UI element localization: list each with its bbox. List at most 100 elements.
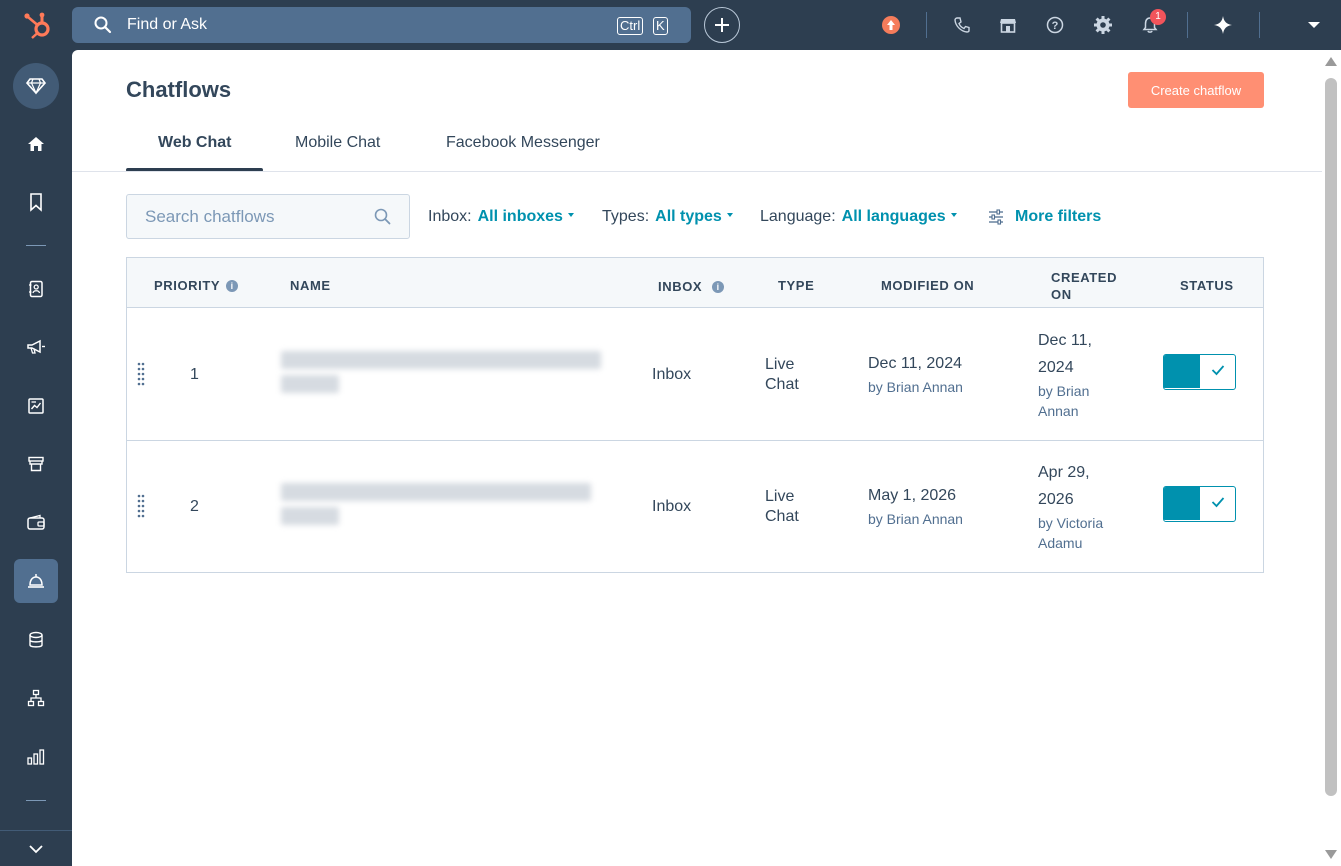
tab-web-chat[interactable]: Web Chat: [158, 134, 231, 152]
contacts-book-icon: [29, 280, 43, 298]
modified-by: by Brian Annan: [868, 511, 963, 527]
svg-text:?: ?: [1052, 20, 1059, 32]
sidebar-item-data[interactable]: [14, 618, 58, 662]
chatflow-name-redacted[interactable]: [281, 349, 601, 399]
topbar-divider: [1187, 12, 1188, 38]
inbox-filter[interactable]: Inbox: All inboxes: [428, 208, 574, 226]
account-menu-chevron-down-icon[interactable]: [1302, 13, 1326, 37]
type-value-line2: Chat: [765, 508, 799, 525]
chatflow-name-redacted[interactable]: [281, 481, 601, 531]
table-row[interactable]: 1 Inbox Live Chat Dec 11, 2024 by Brian …: [127, 309, 1263, 441]
modified-date: Dec 11, 2024: [868, 355, 962, 372]
type-value-line1: Live: [765, 356, 795, 373]
org-hierarchy-icon: [27, 689, 45, 707]
modified-on-column-header[interactable]: MODIFIED ON: [881, 278, 974, 293]
language-filter[interactable]: Language: All languages: [760, 208, 957, 226]
marketplace-icon[interactable]: [996, 13, 1020, 37]
service-bell-icon: [28, 574, 44, 588]
modified-by: by Brian Annan: [868, 379, 963, 395]
sidebar-divider: [26, 245, 46, 246]
search-icon: [94, 16, 112, 34]
sidebar-item-bookmarks[interactable]: [14, 180, 58, 224]
created-on-column-header-line2: ON: [1051, 287, 1072, 302]
drag-handle-icon[interactable]: [137, 493, 145, 519]
sidebar-item-commerce[interactable]: [14, 501, 58, 545]
topbar-divider: [1259, 12, 1260, 38]
scroll-down-arrow-icon[interactable]: [1325, 850, 1337, 859]
toggle-fill: [1164, 355, 1200, 388]
created-date-line2: 2026: [1038, 491, 1074, 508]
types-filter-label: Types:: [602, 208, 650, 225]
checkmark-icon: [1211, 497, 1225, 508]
sidebar-item-automation[interactable]: [14, 676, 58, 720]
ai-sparkle-icon[interactable]: [1211, 13, 1235, 37]
tabs-divider: [72, 171, 1322, 172]
status-column-header: STATUS: [1180, 278, 1234, 293]
caret-down-icon: [950, 212, 957, 217]
inbox-value: Inbox: [652, 366, 692, 383]
global-search-bar[interactable]: Find or Ask Ctrl K: [72, 7, 691, 43]
created-by-line2: Adamu: [1038, 535, 1083, 551]
scrollbar-thumb[interactable]: [1325, 78, 1337, 796]
name-column-header[interactable]: NAME: [290, 278, 331, 293]
type-column-header[interactable]: TYPE: [778, 278, 814, 293]
sidebar-item-marketing[interactable]: [14, 325, 58, 369]
sidebar-expand-button[interactable]: [0, 830, 72, 866]
topbar-divider: [926, 12, 927, 38]
create-chatflow-button[interactable]: Create chatflow: [1128, 72, 1264, 108]
sidebar-item-service[interactable]: [14, 559, 58, 603]
created-by-line2: Annan: [1038, 403, 1079, 419]
plus-icon: [715, 18, 729, 32]
megaphone-icon: [27, 339, 45, 354]
inbox-filter-value[interactable]: All inboxes: [478, 208, 563, 225]
table-row[interactable]: 2 Inbox Live Chat May 1, 2026 by Brian A…: [127, 441, 1263, 573]
settings-gear-icon[interactable]: [1091, 13, 1115, 37]
sidebar-item-home[interactable]: [14, 122, 58, 166]
phone-icon[interactable]: [950, 13, 974, 37]
sidebar-item-sales[interactable]: [14, 442, 58, 486]
info-icon[interactable]: i: [712, 280, 725, 293]
types-filter-value[interactable]: All types: [655, 208, 722, 225]
help-icon[interactable]: ?: [1043, 13, 1067, 37]
sidebar-item-contacts[interactable]: [14, 267, 58, 311]
created-date-line2: 2024: [1038, 359, 1074, 376]
vertical-scrollbar[interactable]: [1322, 50, 1341, 866]
modified-date: May 1, 2026: [868, 487, 957, 504]
type-value-line2: Chat: [765, 376, 799, 393]
upgrade-icon[interactable]: [879, 13, 903, 37]
priority-column-header[interactable]: PRIORITY i: [154, 278, 239, 293]
more-filters-button[interactable]: More filters: [1015, 208, 1101, 226]
created-on-column-header[interactable]: CREATED: [1051, 270, 1117, 285]
shortcut-key-k: K: [653, 17, 668, 35]
inbox-header-label: INBOX: [658, 279, 703, 294]
status-toggle[interactable]: [1163, 354, 1236, 390]
sidebar-item-reports[interactable]: [14, 384, 58, 428]
main-content: Chatflows Create chatflow Web Chat Mobil…: [72, 50, 1322, 866]
create-new-button[interactable]: [704, 7, 740, 43]
tab-facebook-messenger[interactable]: Facebook Messenger: [446, 134, 600, 152]
inbox-column-header[interactable]: INBOX i: [658, 279, 725, 294]
bookmark-icon: [30, 193, 42, 212]
diamond-icon: [26, 78, 46, 95]
sidebar-item-upgrade[interactable]: [13, 63, 59, 109]
app-window: Find or Ask Ctrl K ? 1 Chatflows Create …: [0, 0, 1341, 866]
chevron-down-icon: [29, 844, 43, 853]
search-icon: [374, 208, 391, 225]
left-sidebar: [0, 50, 72, 866]
filter-sliders-icon[interactable]: [988, 209, 1004, 225]
created-date-line1: Dec 11,: [1038, 332, 1092, 349]
language-filter-label: Language:: [760, 208, 836, 225]
drag-handle-icon[interactable]: [137, 361, 145, 387]
priority-value: 2: [190, 498, 199, 515]
language-filter-value[interactable]: All languages: [842, 208, 946, 225]
scroll-up-arrow-icon[interactable]: [1325, 57, 1337, 66]
status-toggle[interactable]: [1163, 486, 1236, 522]
types-filter[interactable]: Types: All types: [602, 208, 733, 226]
sidebar-item-analytics[interactable]: [14, 735, 58, 779]
hubspot-logo-icon[interactable]: [22, 10, 54, 40]
report-chart-icon: [28, 398, 44, 414]
tab-mobile-chat[interactable]: Mobile Chat: [295, 134, 380, 152]
chatflow-search-input[interactable]: [127, 195, 367, 238]
info-icon[interactable]: i: [226, 279, 239, 292]
global-search-label: Find or Ask: [127, 16, 208, 33]
